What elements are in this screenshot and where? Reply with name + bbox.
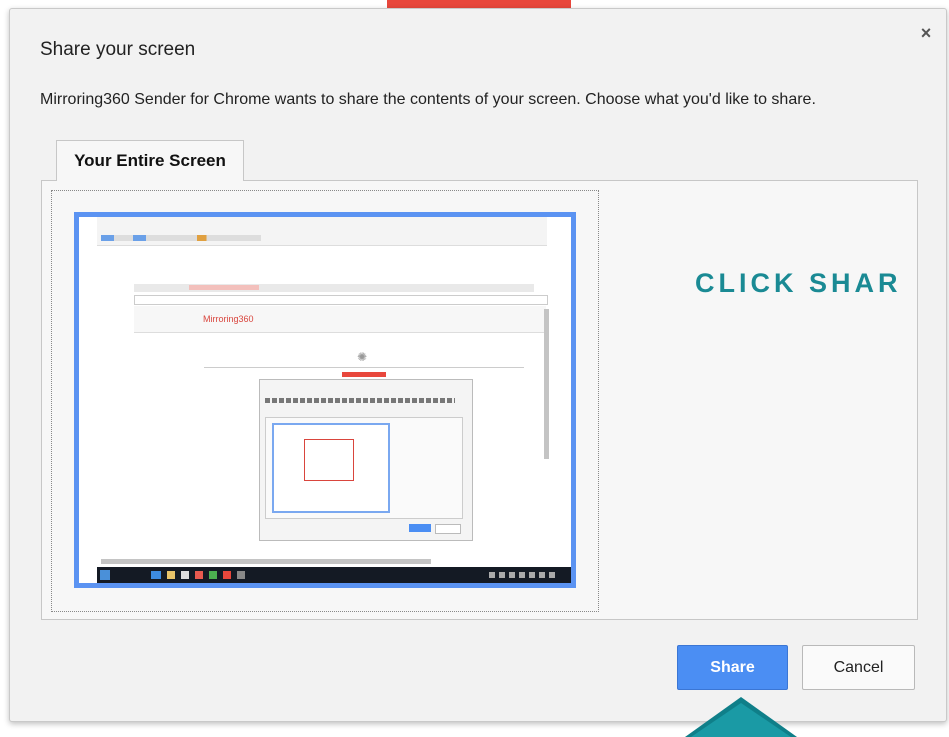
- thumb-address-bar: [134, 295, 548, 305]
- thumb-toolbar-icons: [101, 235, 261, 241]
- thumb-scrollbar: [544, 309, 549, 459]
- close-icon[interactable]: ×: [916, 23, 936, 43]
- thumb-page-header: [134, 306, 546, 333]
- share-button[interactable]: Share: [677, 645, 788, 690]
- click-share-instruction: CLICK SHAR: [695, 268, 902, 298]
- thumb-nested-description: [265, 398, 455, 403]
- thumb-toolbar: [97, 217, 547, 246]
- thumb-horizontal-scrollbar: [101, 559, 431, 564]
- thumb-nested-share-button: [409, 524, 431, 532]
- dialog-description: Mirroring360 Sender for Chrome wants to …: [40, 91, 816, 108]
- thumb-browser-tab-accent: [189, 285, 259, 290]
- pointer-arrow-inner-icon: [691, 703, 791, 737]
- tab-entire-screen[interactable]: Your Entire Screen: [56, 140, 244, 181]
- screen-selection-panel: Mirroring360 ✺: [41, 180, 918, 620]
- share-screen-dialog: Share your screen × Mirroring360 Sender …: [9, 8, 947, 722]
- screen-thumbnail-frame[interactable]: Mirroring360 ✺: [51, 190, 599, 612]
- thumb-loading-spinner: ✺: [357, 350, 368, 364]
- thumb-divider: [204, 367, 524, 368]
- thumb-taskbar-tray: [489, 572, 559, 578]
- thumb-nested-cancel-button: [435, 524, 461, 534]
- dialog-title: Share your screen: [40, 39, 196, 60]
- thumb-taskbar-apps: [151, 571, 251, 579]
- cancel-button[interactable]: Cancel: [802, 645, 915, 690]
- thumb-page-logo: Mirroring360: [203, 314, 254, 324]
- thumb-taskbar-start-icon: [100, 570, 110, 580]
- thumb-nested-preview-inner: [304, 439, 354, 481]
- screen-thumbnail[interactable]: Mirroring360 ✺: [74, 212, 576, 588]
- thumb-red-accent: [342, 372, 386, 377]
